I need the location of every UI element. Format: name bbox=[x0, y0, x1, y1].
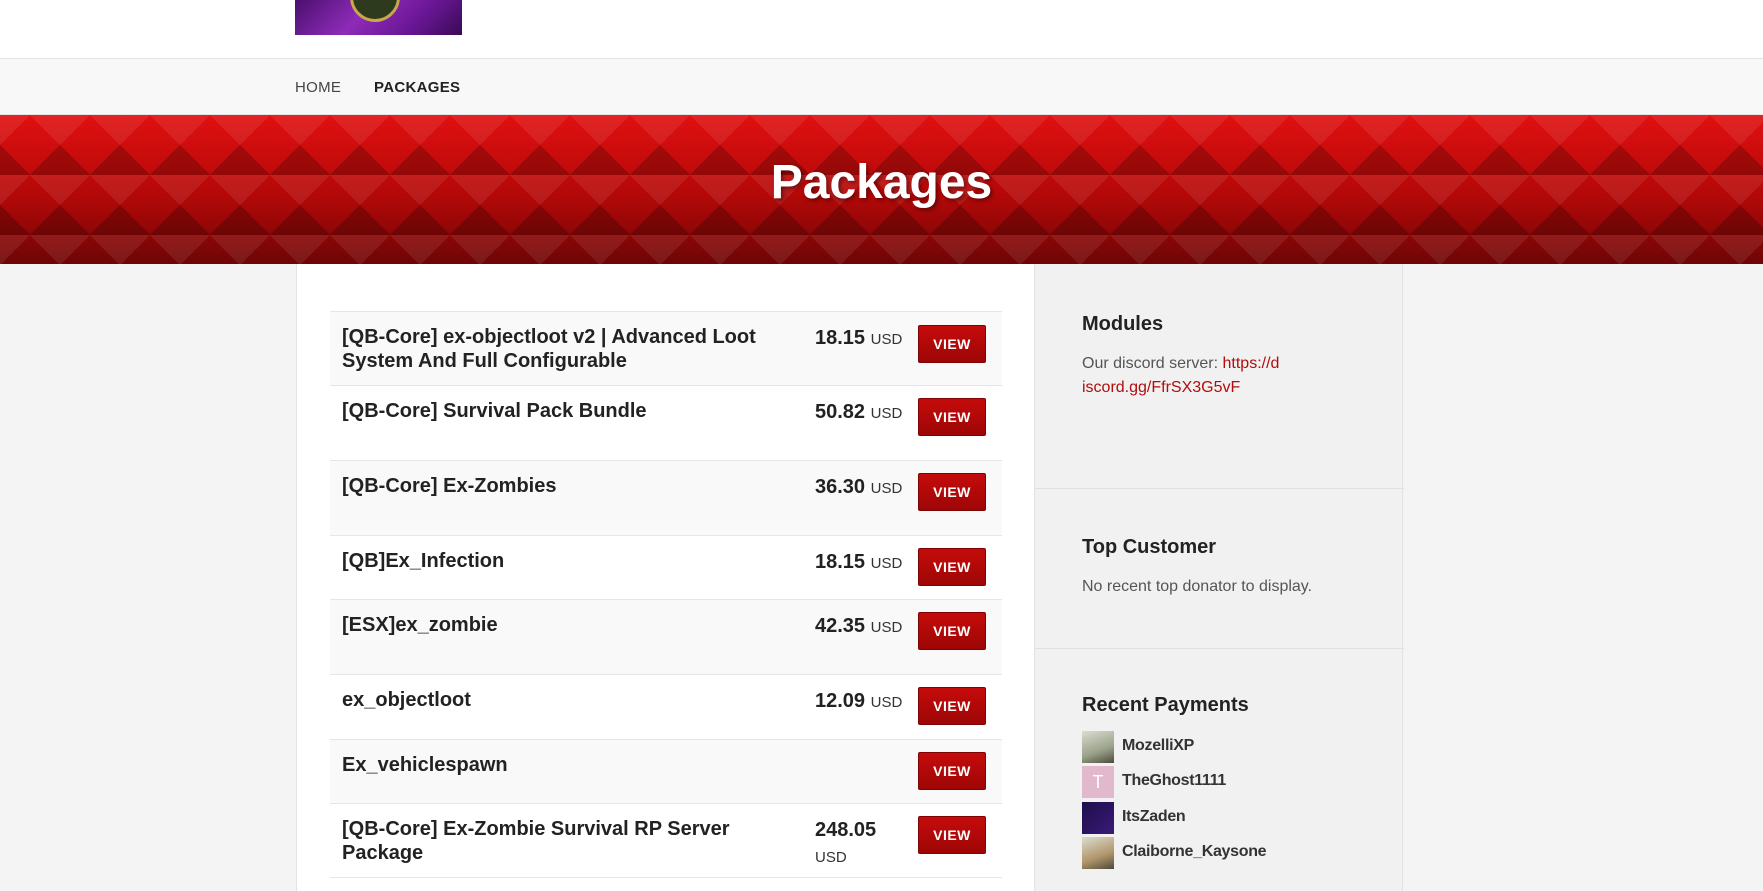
package-price-currency: USD bbox=[870, 555, 903, 572]
package-price: 18.15 USD bbox=[815, 325, 905, 353]
payment-item[interactable]: T TheGhost1111 bbox=[1082, 766, 1382, 798]
discord-label: Our discord server: bbox=[1082, 355, 1219, 372]
modules-block: Modules Our discord server: https://disc… bbox=[1035, 264, 1404, 489]
package-name[interactable]: ex_objectloot bbox=[342, 688, 762, 712]
package-name[interactable]: [QB-Core] Survival Pack Bundle bbox=[342, 399, 762, 423]
package-price-currency: USD bbox=[870, 405, 903, 422]
package-row: [QB-Core] Ex-Zombies 36.30 USD VIEW bbox=[330, 461, 1002, 536]
avatar bbox=[1082, 837, 1114, 869]
package-price-currency: USD bbox=[870, 694, 903, 711]
package-price: 36.30 USD bbox=[815, 474, 905, 502]
packages-table: [QB-Core] ex-objectloot v2 | Advanced Lo… bbox=[330, 311, 1002, 878]
package-name[interactable]: [QB-Core] Ex-Zombie Survival RP Server P… bbox=[342, 817, 762, 865]
package-price: 18.15 USD bbox=[815, 549, 905, 577]
package-price-currency: USD bbox=[815, 849, 847, 866]
payment-username[interactable]: MozelliXP bbox=[1122, 737, 1194, 755]
package-price-currency: USD bbox=[870, 480, 903, 497]
view-package-button[interactable]: VIEW bbox=[918, 612, 986, 650]
payment-item[interactable]: ItsZaden bbox=[1082, 802, 1382, 834]
top-customer-title: Top Customer bbox=[1082, 536, 1217, 558]
package-price: 50.82 USD bbox=[815, 399, 905, 427]
package-name[interactable]: [QB]Ex_Infection bbox=[342, 549, 762, 573]
package-row: [ESX]ex_zombie 42.35 USD VIEW bbox=[330, 600, 1002, 675]
package-name[interactable]: [QB-Core] ex-objectloot v2 | Advanced Lo… bbox=[342, 325, 762, 373]
package-price-currency: USD bbox=[870, 619, 903, 636]
package-price-amount: 50.82 bbox=[815, 401, 866, 423]
recent-payments-block: Recent Payments MozelliXP T TheGhost1111 It… bbox=[1035, 649, 1404, 891]
logo-emblem-icon bbox=[350, 0, 400, 22]
package-price: 42.35 USD bbox=[815, 613, 905, 641]
view-package-button[interactable]: VIEW bbox=[918, 687, 986, 725]
page-banner: Packages bbox=[0, 115, 1763, 264]
avatar bbox=[1082, 802, 1114, 834]
package-row: Ex_vehiclespawn VIEW bbox=[330, 740, 1002, 804]
package-price-amount: 18.15 bbox=[815, 327, 866, 349]
payment-item[interactable]: MozelliXP bbox=[1082, 731, 1382, 763]
package-row: [QB]Ex_Infection 18.15 USD VIEW bbox=[330, 536, 1002, 600]
view-package-button[interactable]: VIEW bbox=[918, 473, 986, 511]
nav-home-link[interactable]: HOME bbox=[295, 79, 341, 96]
avatar-letter: T bbox=[1092, 772, 1104, 792]
package-price: 12.09 USD bbox=[815, 688, 905, 716]
package-price-currency: USD bbox=[870, 331, 903, 348]
view-package-button[interactable]: VIEW bbox=[918, 548, 986, 586]
top-customer-block: Top Customer No recent top donator to di… bbox=[1035, 489, 1404, 649]
nav-packages-link[interactable]: PACKAGES bbox=[374, 79, 460, 96]
top-customer-text: No recent top donator to display. bbox=[1082, 578, 1313, 595]
package-row: [QB-Core] ex-objectloot v2 | Advanced Lo… bbox=[330, 312, 1002, 386]
payment-username[interactable]: ItsZaden bbox=[1122, 808, 1186, 826]
avatar bbox=[1082, 731, 1114, 763]
top-header bbox=[0, 0, 1763, 59]
package-price-amount: 12.09 bbox=[815, 690, 866, 712]
site-logo[interactable] bbox=[295, 0, 462, 35]
avatar: T bbox=[1082, 766, 1114, 798]
payment-username[interactable]: TheGhost1111 bbox=[1122, 772, 1226, 790]
package-price-amount: 18.15 bbox=[815, 551, 866, 573]
package-price-amount: 42.35 bbox=[815, 615, 866, 637]
package-row: [QB-Core] Survival Pack Bundle 50.82 USD V… bbox=[330, 386, 1002, 461]
package-price: 248.05 USD bbox=[815, 817, 905, 871]
view-package-button[interactable]: VIEW bbox=[918, 752, 986, 790]
recent-payments-title: Recent Payments bbox=[1082, 694, 1249, 716]
main-nav: HOME PACKAGES bbox=[0, 59, 1763, 115]
modules-title: Modules bbox=[1082, 313, 1164, 335]
package-name[interactable]: Ex_vehiclespawn bbox=[342, 753, 762, 777]
package-row: ex_objectloot 12.09 USD VIEW bbox=[330, 675, 1002, 740]
package-name[interactable]: [ESX]ex_zombie bbox=[342, 613, 762, 637]
view-package-button[interactable]: VIEW bbox=[918, 398, 986, 436]
payment-username[interactable]: Claiborne_Kaysone bbox=[1122, 843, 1267, 861]
package-name[interactable]: [QB-Core] Ex-Zombies bbox=[342, 474, 762, 498]
package-price-amount: 36.30 bbox=[815, 476, 866, 498]
modules-text: Our discord server: https://discord.gg/F… bbox=[1082, 352, 1282, 400]
view-package-button[interactable]: VIEW bbox=[918, 325, 986, 363]
sidebar: Modules Our discord server: https://disc… bbox=[1034, 264, 1404, 891]
packages-panel: [QB-Core] ex-objectloot v2 | Advanced Lo… bbox=[296, 264, 1034, 891]
package-price-amount: 248.05 bbox=[815, 819, 877, 841]
view-package-button[interactable]: VIEW bbox=[918, 816, 986, 854]
page-title: Packages bbox=[770, 156, 993, 209]
package-row: [QB-Core] Ex-Zombie Survival RP Server P… bbox=[330, 804, 1002, 878]
payment-item[interactable]: Claiborne_Kaysone bbox=[1082, 837, 1382, 869]
